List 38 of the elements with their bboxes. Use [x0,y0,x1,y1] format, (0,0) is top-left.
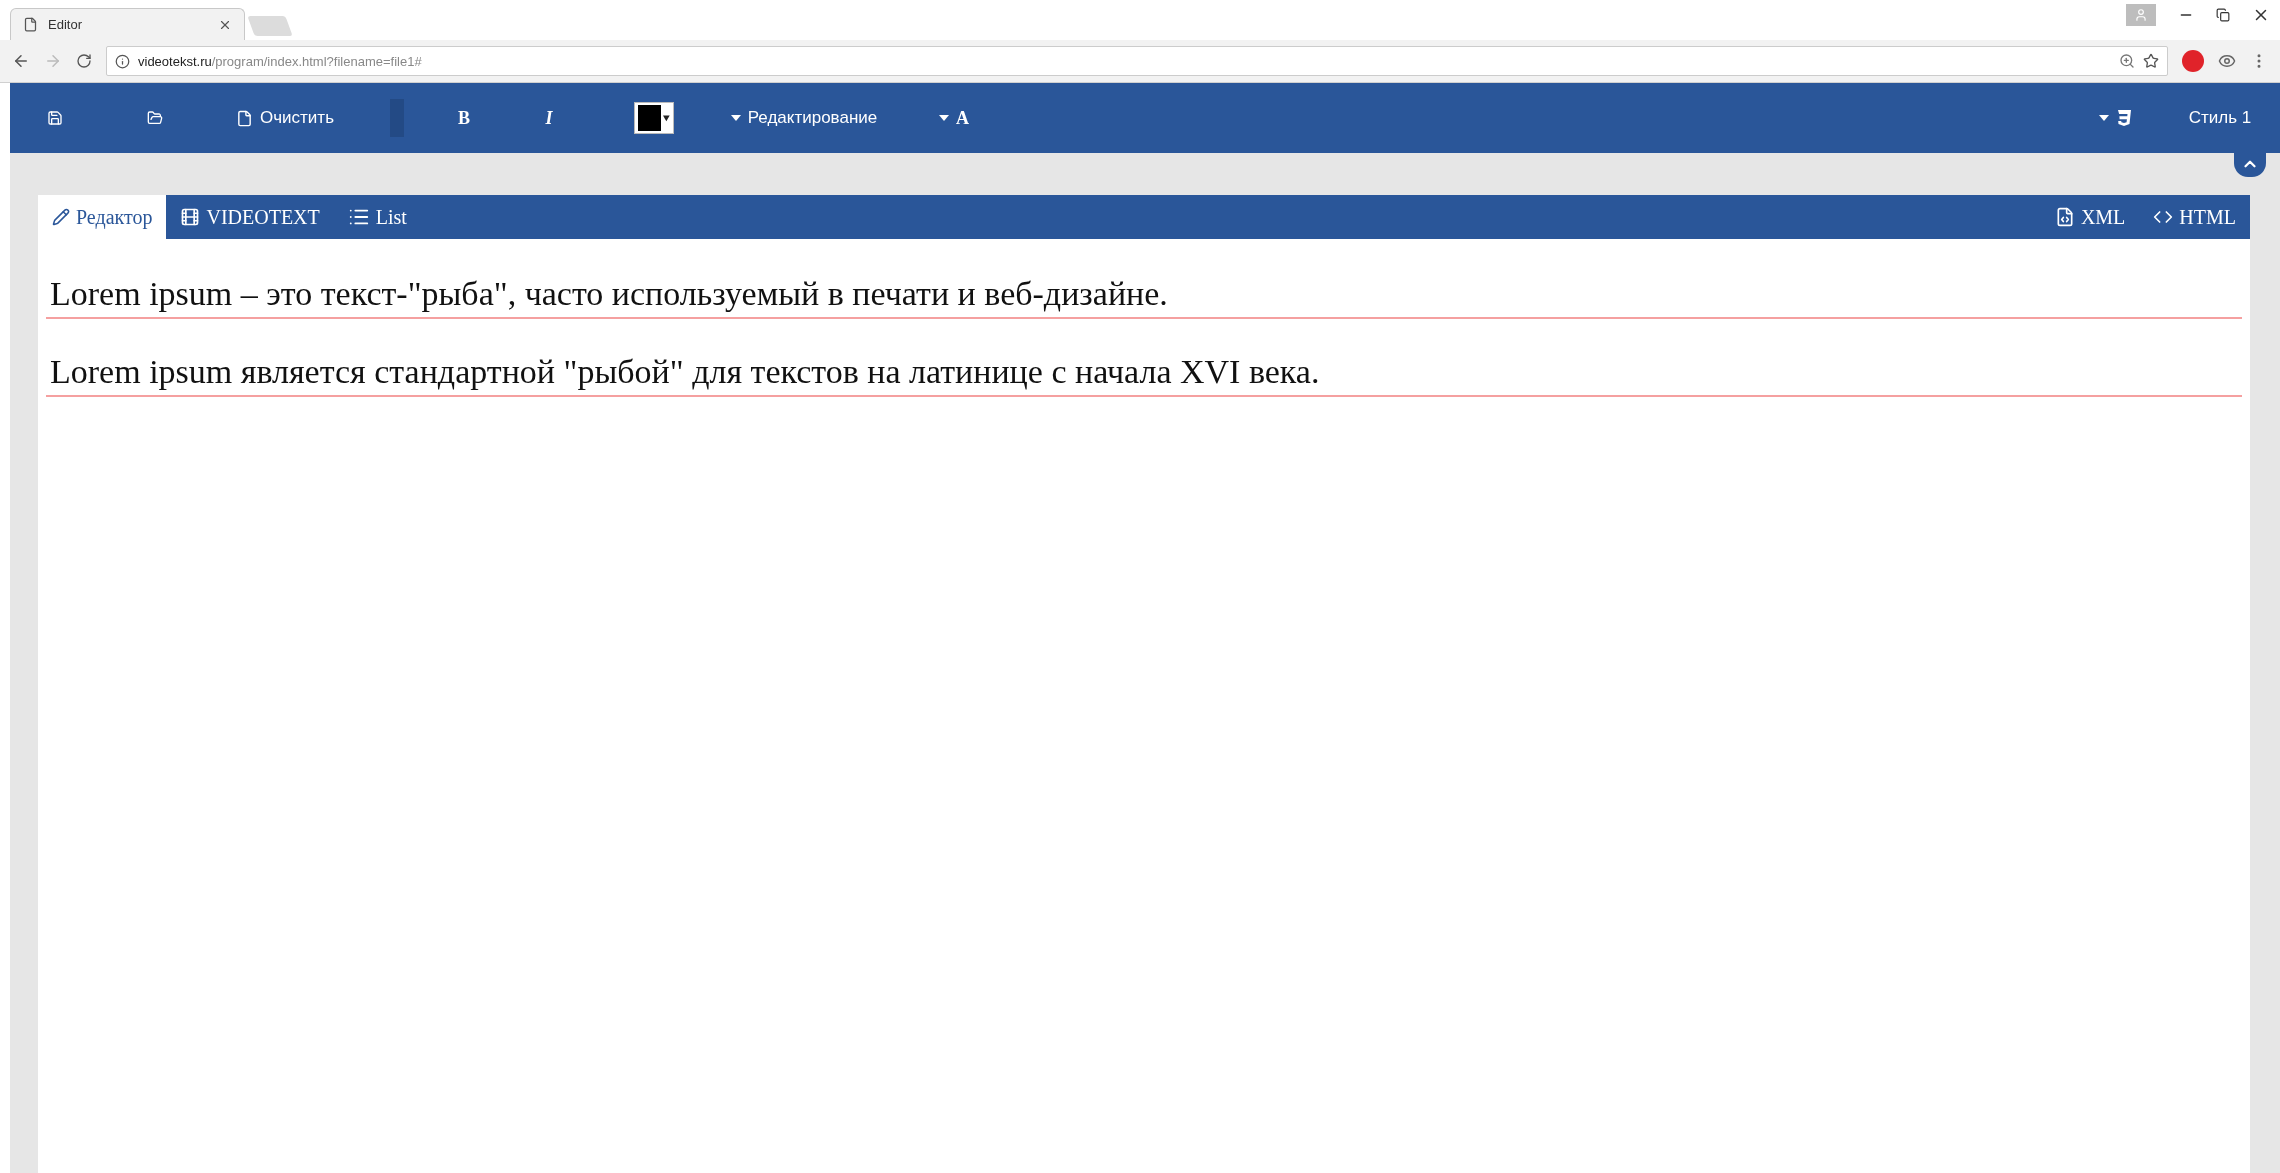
bold-button[interactable]: B [434,83,494,153]
page-icon [23,17,38,32]
color-picker[interactable] [634,102,674,134]
star-icon[interactable] [2143,53,2159,69]
zoom-icon[interactable] [2119,53,2135,69]
caret-icon [939,115,949,121]
back-icon[interactable] [12,52,30,70]
caret-icon [730,115,741,121]
collapse-button[interactable] [2234,151,2266,177]
caret-icon [2098,115,2109,121]
reload-icon[interactable] [76,53,92,69]
person-icon [2134,8,2148,22]
page-icon [236,109,253,127]
italic-button[interactable]: I [494,83,604,153]
view-tab[interactable]: VIDEOTEXT [166,195,334,239]
view-tab[interactable]: List [333,195,421,239]
text-line: Lorem ipsum – это текст-"рыба", часто используемый в печати и веб-дизайне. [46,269,2242,319]
info-icon [115,53,130,69]
folder-icon [147,110,163,126]
url-text: videotekst.ru/program/index.html?filename=file1# [138,53,423,69]
save-icon [47,110,63,126]
css-icon [2115,109,2132,127]
export-tab[interactable]: XML [2040,195,2140,239]
font-menu[interactable]: A [904,83,1004,153]
pencil-icon [52,208,70,226]
text-line: Lorem ipsum является стандартной "рыбой" для текстов на латинице с начала XVI века. [46,347,2242,397]
style-button[interactable]: Стиль 1 [2160,83,2280,153]
restore-icon[interactable] [2216,8,2230,22]
browser-tab[interactable]: Editor [10,8,245,40]
film-icon [180,207,201,227]
eye-icon[interactable] [2218,52,2236,70]
export-tab[interactable]: HTML [2139,195,2250,239]
editing-menu[interactable]: Редактирование [704,83,904,153]
clear-button[interactable]: Очистить [210,83,360,153]
color-swatch [638,105,662,131]
tab-title: Editor [48,17,83,32]
editor-tab[interactable]: Редактор [38,195,167,239]
address-field[interactable]: videotekst.ru/program/index.html?filename=file1# [106,46,2168,76]
